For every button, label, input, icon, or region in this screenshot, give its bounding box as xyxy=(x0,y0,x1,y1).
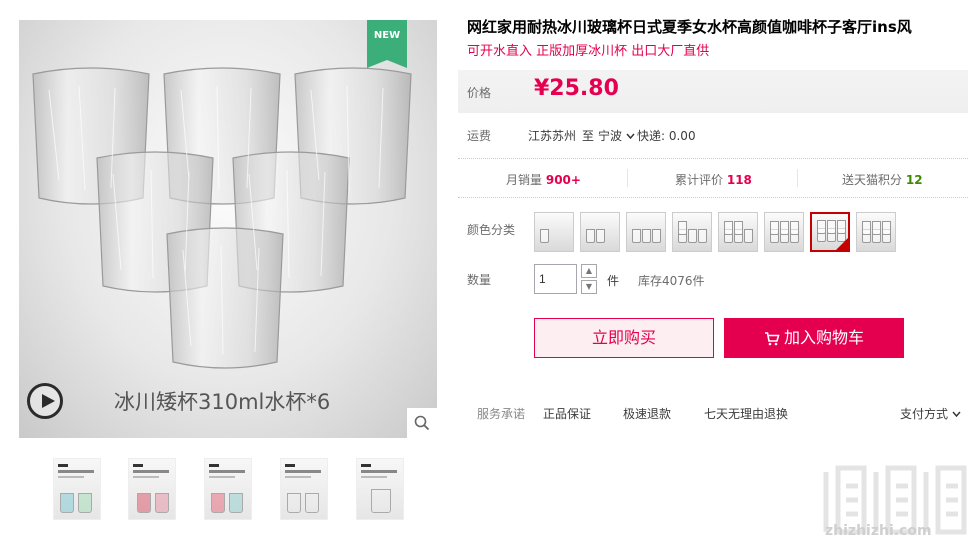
color-option[interactable] xyxy=(580,212,620,252)
add-to-cart-label: 加入购物车 xyxy=(783,328,864,347)
tmall-points: 送天猫积分 12 xyxy=(842,171,923,188)
color-option[interactable] xyxy=(718,212,758,252)
payment-method-label: 支付方式 xyxy=(900,407,949,421)
shipping-destination-select[interactable]: 宁波 xyxy=(598,127,635,144)
promise-fast-refund[interactable]: 极速退款 xyxy=(623,405,671,422)
product-subtitle: 可开水直入 正版加厚冰川杯 出口大厂直供 xyxy=(467,44,710,59)
add-to-cart-button[interactable]: 加入购物车 xyxy=(724,318,904,358)
thumbnail[interactable] xyxy=(204,458,252,520)
price-value: ¥25.80 xyxy=(534,76,619,101)
quantity-increase-button[interactable]: ▲ xyxy=(581,264,597,278)
tmall-points-value: 12 xyxy=(905,173,923,187)
selected-check-icon xyxy=(836,238,848,250)
glass-thumbnail xyxy=(790,221,799,235)
color-option[interactable] xyxy=(810,212,850,252)
stock-count: 库存4076件 xyxy=(638,274,705,288)
thumbnail[interactable] xyxy=(53,458,101,520)
promise-genuine[interactable]: 正品保证 xyxy=(543,405,591,422)
color-option[interactable] xyxy=(626,212,666,252)
color-option[interactable] xyxy=(672,212,712,252)
review-count-value: 118 xyxy=(726,173,752,187)
watermark-text: zhizhizhi.com xyxy=(825,523,932,539)
glass-thumbnail xyxy=(698,229,707,243)
glass-thumbnail xyxy=(632,229,641,243)
buy-now-button[interactable]: 立即购买 xyxy=(534,318,714,358)
color-option[interactable] xyxy=(764,212,804,252)
thumbnail[interactable] xyxy=(280,458,328,520)
image-caption: 冰川矮杯310ml水杯*6 xyxy=(114,390,331,414)
tmall-points-label: 送天猫积分 xyxy=(842,173,903,187)
shipping-from: 江苏苏州 xyxy=(528,129,577,143)
new-badge: NEW xyxy=(367,20,407,68)
price-panel: 价格 ¥25.80 xyxy=(458,70,968,113)
monthly-sales-label: 月销量 xyxy=(506,173,543,187)
service-promise-label: 服务承诺 xyxy=(477,407,526,421)
thumbnail[interactable] xyxy=(128,458,176,520)
glass-thumbnail xyxy=(827,220,836,234)
color-option[interactable] xyxy=(856,212,896,252)
glass-cups-illustration xyxy=(32,67,412,369)
main-product-image[interactable]: NEW 冰川矮杯310ml水杯*6 xyxy=(19,20,437,438)
glass-thumbnail xyxy=(642,229,651,243)
payment-method-dropdown[interactable]: 支付方式 xyxy=(900,405,961,422)
review-count[interactable]: 累计评价 118 xyxy=(675,171,752,188)
divider xyxy=(797,169,798,187)
chevron-down-icon xyxy=(952,411,961,418)
glass-thumbnail xyxy=(652,229,661,243)
shipping-destination: 宁波 xyxy=(598,129,623,143)
divider xyxy=(627,169,628,187)
sales-stats: 月销量 900+ 累计评价 118 送天猫积分 12 xyxy=(458,158,968,198)
glass-thumbnail xyxy=(817,220,826,234)
shipping-to-word: 至 xyxy=(582,129,595,143)
monthly-sales-value: 900+ xyxy=(545,173,581,187)
glass-thumbnail xyxy=(872,221,881,235)
glass-thumbnail xyxy=(770,221,779,235)
play-icon[interactable] xyxy=(27,383,63,419)
glass-thumbnail xyxy=(540,229,549,243)
glass-thumbnail xyxy=(596,229,605,243)
color-option[interactable] xyxy=(534,212,574,252)
quantity-decrease-button[interactable]: ▼ xyxy=(581,280,597,294)
shipping-row: 运费 江苏苏州 至 宁波 快递: 0.00 xyxy=(467,127,696,144)
product-title: 网红家用耐热冰川玻璃杯日式夏季女水杯高颜值咖啡杯子客厅ins风 xyxy=(467,18,912,36)
monthly-sales: 月销量 900+ xyxy=(506,171,581,188)
chevron-down-icon xyxy=(626,133,635,140)
search-icon[interactable] xyxy=(407,408,437,438)
thumbnail[interactable] xyxy=(356,458,404,520)
glass-thumbnail xyxy=(882,221,891,235)
glass-thumbnail xyxy=(688,229,697,243)
shipping-express: 快递: 0.00 xyxy=(637,129,696,143)
shipping-label: 运费 xyxy=(467,129,492,143)
glass-thumbnail xyxy=(734,221,743,235)
cart-icon xyxy=(764,331,780,345)
glass-thumbnail xyxy=(837,220,846,234)
glass-thumbnail xyxy=(862,221,871,235)
quantity-input[interactable] xyxy=(534,264,577,294)
glass-thumbnail xyxy=(724,221,733,235)
glass-thumbnail xyxy=(586,229,595,243)
review-count-label: 累计评价 xyxy=(675,173,724,187)
quantity-unit: 件 xyxy=(607,274,620,288)
glass-thumbnail xyxy=(744,229,753,243)
glass-thumbnail xyxy=(780,221,789,235)
glass-thumbnail xyxy=(678,221,687,235)
quantity-label: 数量 xyxy=(467,273,492,287)
price-label: 价格 xyxy=(467,86,492,100)
color-label: 颜色分类 xyxy=(467,223,516,237)
promise-seven-day-return[interactable]: 七天无理由退换 xyxy=(704,405,788,422)
